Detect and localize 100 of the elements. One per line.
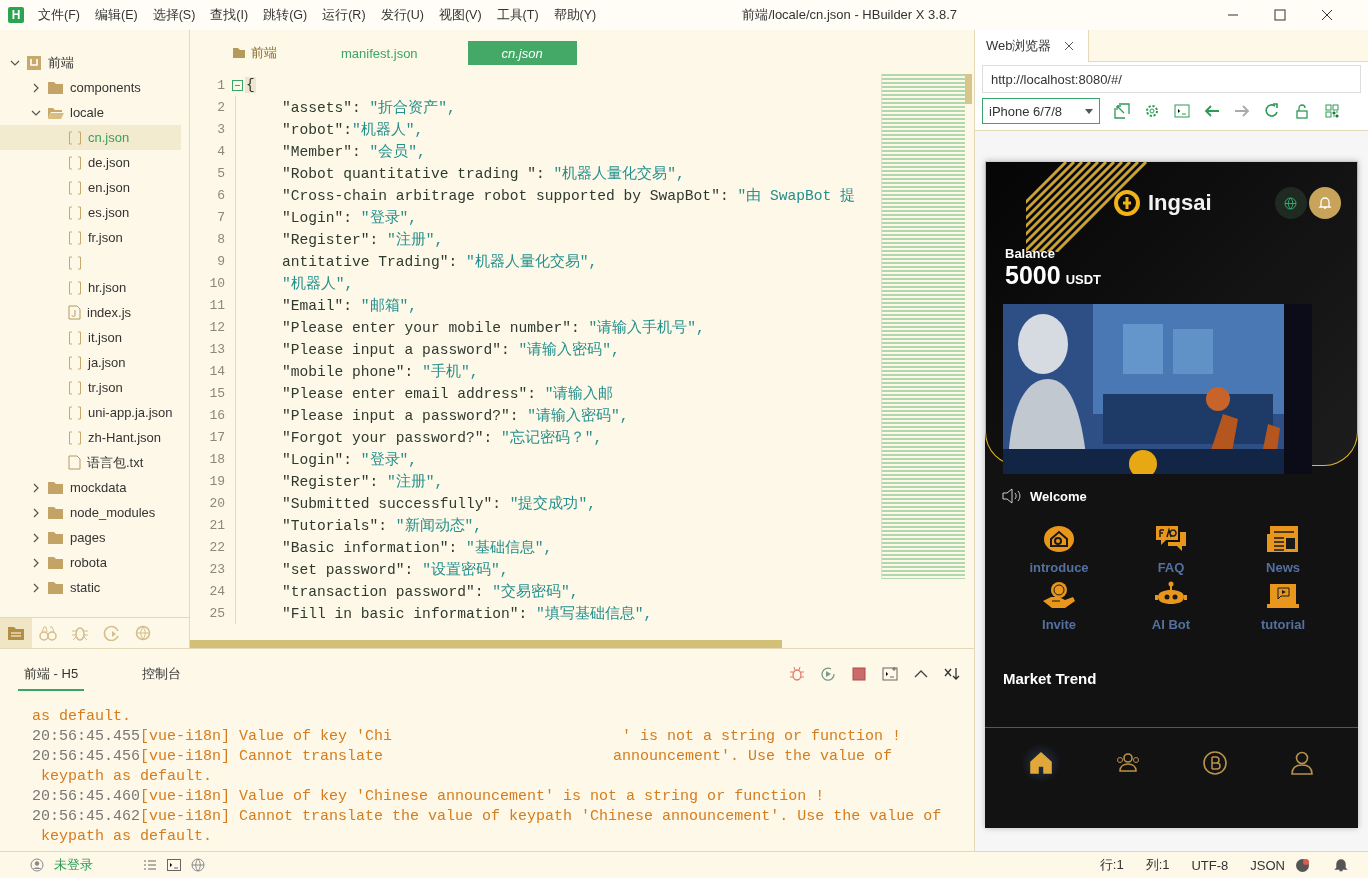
lock-icon[interactable] <box>1294 103 1310 119</box>
run-icon <box>103 625 121 641</box>
qr-code-icon[interactable] <box>1324 103 1340 119</box>
code-line: "assets": "折合资产", <box>282 98 456 117</box>
close-icon[interactable] <box>1063 41 1074 51</box>
line-number: 9 <box>216 253 225 269</box>
user-icon <box>1289 750 1316 776</box>
menu-item[interactable]: 跳转(G) <box>263 6 308 24</box>
folder-item[interactable]: static <box>70 580 101 595</box>
feature-shortcut[interactable]: introduce <box>1003 524 1115 575</box>
chevron-right-icon[interactable] <box>31 557 41 568</box>
replay-icon[interactable] <box>820 666 836 682</box>
feature-shortcut[interactable]: tutorial <box>1227 581 1339 632</box>
line-number: 6 <box>216 187 225 203</box>
settings-icon[interactable] <box>1144 103 1160 119</box>
console-tab[interactable]: 前端 - H5 <box>18 665 85 691</box>
menu-item[interactable]: 工具(T) <box>496 6 539 24</box>
line-number: 4 <box>216 143 225 159</box>
user-icon[interactable] <box>30 858 44 872</box>
refresh-icon[interactable] <box>1264 103 1280 119</box>
code-line: "Email": "邮箱", <box>282 296 418 315</box>
console-tab[interactable]: 控制台 <box>136 665 188 691</box>
file-item[interactable]: hr.json <box>88 280 127 295</box>
folder-item[interactable]: robota <box>70 555 107 570</box>
folder-icon <box>47 555 64 570</box>
code-line: "Login": "登录", <box>282 208 418 227</box>
file-item[interactable]: index.js <box>87 305 132 320</box>
maximize-icon[interactable] <box>1274 9 1286 21</box>
scrollbar-thumb[interactable] <box>965 74 972 104</box>
chevron-right-icon[interactable] <box>31 532 41 543</box>
browser-tab[interactable]: Web浏览器 <box>975 37 1052 55</box>
log-line: 20:56:45.456[vue-i18n] Cannot translate announcement'. Use the value of keypath as default. <box>31 747 894 787</box>
editor-tab[interactable]: 前端 <box>232 41 291 65</box>
cursor-line[interactable]: 行:1 <box>1099 856 1124 874</box>
folder-item[interactable]: mockdata <box>70 480 127 495</box>
menu-item[interactable]: 帮助(Y) <box>553 6 597 24</box>
scrollbar-thumb[interactable] <box>190 640 782 648</box>
menu-item[interactable]: 编辑(E) <box>94 6 138 24</box>
close-icon[interactable] <box>1321 9 1333 21</box>
file-item[interactable]: tr.json <box>88 380 123 395</box>
brackets-icon <box>68 230 82 245</box>
folder-icon <box>47 580 64 595</box>
folder-item[interactable]: components <box>70 80 141 95</box>
code-line: "Member": "会员", <box>282 142 426 161</box>
login-status[interactable]: 未登录 <box>54 856 93 874</box>
notice-text: Welcome <box>1030 488 1087 504</box>
file-item[interactable]: 语言包.txt <box>87 453 144 472</box>
chevron-right-icon[interactable] <box>31 82 41 93</box>
file-item[interactable]: es.json <box>88 205 130 220</box>
menu-item[interactable]: 视图(V) <box>438 6 482 24</box>
encoding-selector[interactable]: UTF-8 <box>1191 857 1229 873</box>
file-item[interactable]: ja.json <box>88 355 126 370</box>
menu-item[interactable]: 选择(S) <box>152 6 196 24</box>
folder-item[interactable]: 前端 <box>48 53 74 72</box>
clear-icon[interactable] <box>944 666 960 682</box>
feature-shortcut[interactable]: FAQ <box>1115 524 1227 575</box>
device-dropdown[interactable]: iPhone 6/7/8 <box>982 98 1100 124</box>
file-item[interactable]: uni-app.ja.json <box>88 405 173 420</box>
chevron-right-icon[interactable] <box>31 507 41 518</box>
bell-icon[interactable] <box>1334 858 1348 872</box>
file-item[interactable]: de.json <box>88 155 130 170</box>
terminal-icon[interactable] <box>1174 103 1190 119</box>
chevron-right-icon[interactable] <box>31 482 41 493</box>
menu-item[interactable]: 发行(U) <box>380 6 424 24</box>
cursor-column[interactable]: 列:1 <box>1145 856 1170 874</box>
popout-icon[interactable] <box>1114 103 1130 119</box>
fold-icon[interactable] <box>232 79 243 91</box>
file-item[interactable]: fr.json <box>88 230 123 245</box>
file-item[interactable]: it.json <box>88 330 122 345</box>
stop-icon[interactable] <box>851 666 867 682</box>
binoculars-icon <box>39 625 57 641</box>
bug-icon[interactable] <box>789 666 805 682</box>
bug-icon <box>71 625 89 641</box>
chevron-right-icon[interactable] <box>31 582 41 593</box>
folder-item[interactable]: pages <box>70 530 106 545</box>
feature-shortcut[interactable]: Invite <box>1003 581 1115 632</box>
globe-icon[interactable] <box>191 858 207 872</box>
line-number: 3 <box>216 121 225 137</box>
code-line: "Robot quantitative trading ": "机器人量化交易", <box>282 164 685 183</box>
menu-item[interactable]: 运行(R) <box>322 6 366 24</box>
terminal-icon[interactable] <box>167 859 181 871</box>
line-number: 20 <box>208 495 225 511</box>
file-item[interactable]: zh-Hant.json <box>88 430 161 445</box>
back-arrow-icon[interactable] <box>1204 103 1220 119</box>
folder-item[interactable]: locale <box>70 105 104 120</box>
globe-icon <box>1284 196 1298 210</box>
menu-item[interactable]: 文件(F) <box>38 6 80 24</box>
folder-icon <box>47 80 64 95</box>
feature-shortcut[interactable]: AI Bot <box>1115 581 1227 632</box>
folder-icon <box>47 530 64 545</box>
terminal-icon[interactable] <box>882 666 898 682</box>
file-item[interactable]: en.json <box>88 180 130 195</box>
bell-icon <box>1317 196 1332 210</box>
url-field[interactable]: http://localhost:8080/#/ <box>982 65 1361 93</box>
line-number: 2 <box>216 99 225 115</box>
menu-item[interactable]: 查找(I) <box>210 6 249 24</box>
feature-shortcut[interactable]: News <box>1227 524 1339 575</box>
folder-item[interactable]: node_modules <box>70 505 156 520</box>
language-selector[interactable]: JSON <box>1250 857 1285 873</box>
code-line: "Please input a password": "请输入密码", <box>282 340 620 359</box>
